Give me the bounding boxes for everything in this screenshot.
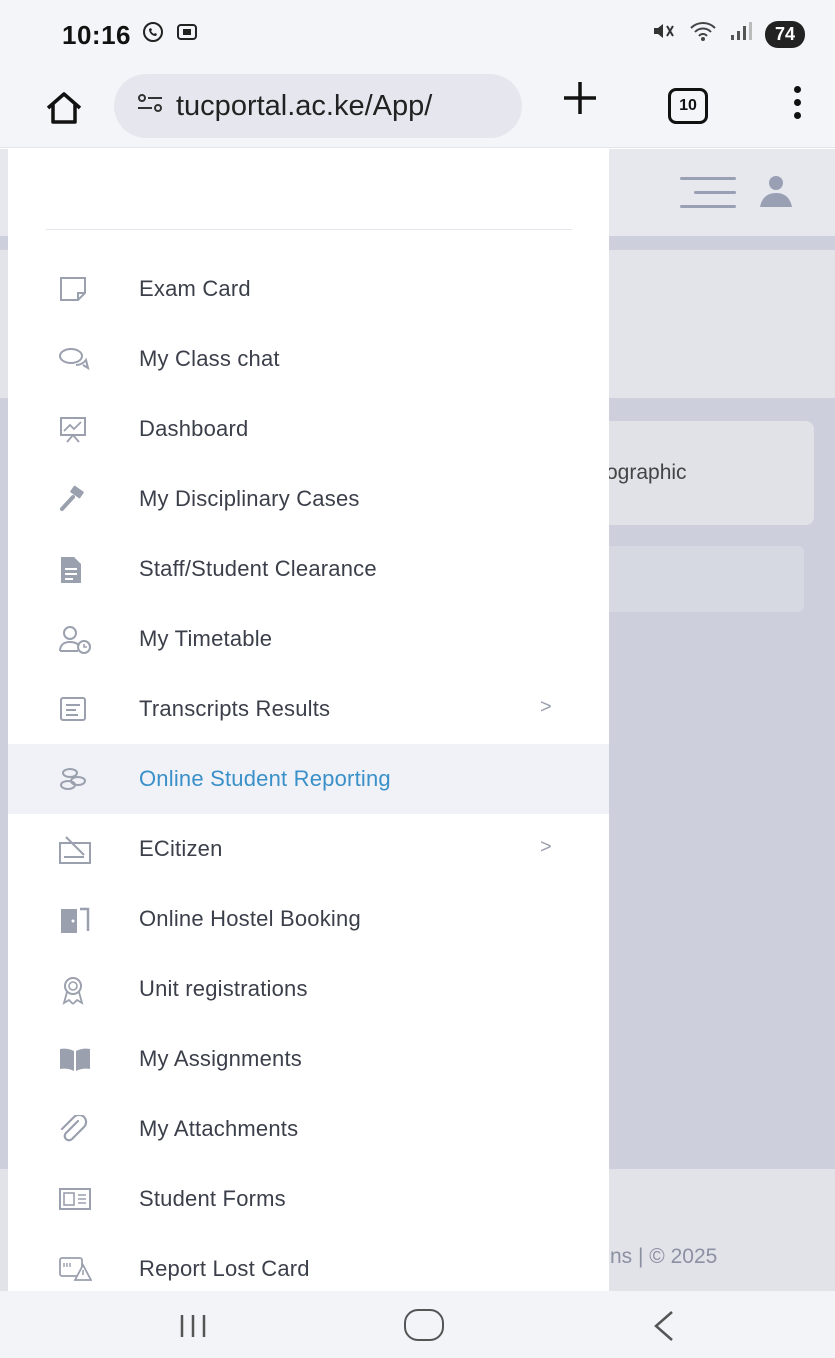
status-time: 10:16 bbox=[62, 19, 131, 50]
hamburger-icon[interactable] bbox=[680, 177, 736, 211]
nav-item-label: My Disciplinary Cases bbox=[139, 486, 360, 511]
nav-item-label: My Assignments bbox=[139, 1046, 302, 1071]
chevron-right-icon[interactable]: > bbox=[540, 836, 552, 859]
nav-item-transcripts-results[interactable]: Transcripts Results > bbox=[8, 674, 609, 744]
nav-item-ecitizen[interactable]: ECitizen > bbox=[8, 814, 609, 884]
wifi-icon bbox=[689, 20, 717, 48]
menu-dot-icon bbox=[793, 86, 801, 93]
door-icon bbox=[58, 905, 90, 933]
transcript-icon bbox=[58, 695, 88, 723]
new-tab-button[interactable] bbox=[560, 78, 600, 126]
nav-item-label: Staff/Student Clearance bbox=[139, 556, 377, 581]
nav-item-dashboard[interactable]: Dashboard bbox=[8, 394, 609, 464]
url-text: tucportal.ac.ke/App/ bbox=[176, 89, 433, 122]
nav-item-label: Report Lost Card bbox=[139, 1256, 310, 1281]
nav-list: Exam Card My Class chat Dashboard My Discip… bbox=[8, 254, 609, 1291]
nav-item-label: Transcripts Results bbox=[139, 696, 331, 721]
nav-item-my-disciplinary-cases[interactable]: My Disciplinary Cases bbox=[8, 464, 609, 534]
battery-badge: 74 bbox=[765, 20, 805, 48]
user-avatar-icon[interactable] bbox=[756, 171, 796, 211]
nav-item-label: Online Hostel Booking bbox=[139, 906, 361, 931]
back-icon bbox=[654, 1311, 673, 1341]
mute-icon bbox=[651, 20, 677, 48]
menu-dot-icon bbox=[793, 99, 801, 106]
user-clock-icon bbox=[58, 625, 91, 654]
nav-item-label: Dashboard bbox=[139, 416, 249, 441]
nav-item-my-attachments[interactable]: My Attachments bbox=[8, 1094, 609, 1164]
recent-apps-button[interactable] bbox=[178, 1313, 208, 1339]
award-icon bbox=[58, 975, 88, 1005]
gavel-icon bbox=[58, 485, 88, 513]
paperclip-icon bbox=[58, 1113, 88, 1143]
nav-item-label: Unit registrations bbox=[139, 976, 308, 1001]
nav-item-label: Exam Card bbox=[139, 276, 251, 301]
site-settings-icon[interactable] bbox=[136, 91, 164, 121]
presentation-icon bbox=[58, 415, 88, 443]
nav-item-my-timetable[interactable]: My Timetable bbox=[8, 604, 609, 674]
home-button[interactable] bbox=[42, 86, 86, 130]
nav-item-label: My Attachments bbox=[139, 1116, 299, 1141]
signal-icon bbox=[729, 20, 753, 48]
nav-item-label: Online Student Reporting bbox=[139, 766, 391, 791]
nav-item-my-class-chat[interactable]: My Class chat bbox=[8, 324, 609, 394]
home-icon bbox=[46, 92, 82, 124]
home-system-button[interactable] bbox=[404, 1309, 444, 1341]
tab-switcher-button[interactable]: 10 bbox=[668, 88, 708, 124]
nav-item-label: My Class chat bbox=[139, 346, 280, 371]
footer-copyright: ns | © 2025 bbox=[610, 1245, 718, 1268]
screenshot-icon bbox=[175, 20, 199, 50]
document-icon bbox=[58, 555, 88, 583]
nav-item-staff-student-clearance[interactable]: Staff/Student Clearance bbox=[8, 534, 609, 604]
status-bar: 10:16 74 bbox=[0, 0, 835, 70]
nav-item-online-hostel-booking[interactable]: Online Hostel Booking bbox=[8, 884, 609, 954]
chevron-right-icon[interactable]: > bbox=[540, 696, 552, 719]
nav-item-label: My Timetable bbox=[139, 626, 273, 651]
nav-item-exam-card[interactable]: Exam Card bbox=[8, 254, 609, 324]
browser-menu-button[interactable] bbox=[790, 86, 804, 130]
recents-icon bbox=[180, 1315, 206, 1337]
whatsapp-icon bbox=[141, 20, 165, 50]
card-icon bbox=[58, 275, 88, 303]
plus-icon bbox=[564, 82, 596, 114]
address-bar[interactable]: tucportal.ac.ke/App/ bbox=[114, 74, 522, 138]
nav-item-label: Student Forms bbox=[139, 1186, 286, 1211]
nav-item-label: ECitizen bbox=[139, 836, 223, 861]
nav-item-online-student-reporting[interactable]: Online Student Reporting bbox=[8, 744, 609, 814]
nav-item-my-assignments[interactable]: My Assignments bbox=[8, 1024, 609, 1094]
warning-card-icon bbox=[58, 1255, 93, 1283]
chat-icon bbox=[58, 345, 90, 373]
nav-item-student-forms[interactable]: Student Forms bbox=[8, 1164, 609, 1234]
nav-item-unit-registrations[interactable]: Unit registrations bbox=[8, 954, 609, 1024]
navigation-drawer: Exam Card My Class chat Dashboard My Discip… bbox=[8, 149, 609, 1291]
drawer-divider bbox=[46, 229, 572, 230]
back-button[interactable] bbox=[650, 1309, 678, 1343]
menu-dot-icon bbox=[793, 112, 801, 119]
form-icon bbox=[58, 1185, 91, 1213]
status-icons: 74 bbox=[651, 20, 805, 48]
coins-icon bbox=[58, 765, 88, 793]
system-navigation-bar bbox=[0, 1291, 835, 1358]
browser-toolbar: tucportal.ac.ke/App/ 10 bbox=[0, 70, 835, 148]
nav-item-report-lost-card[interactable]: Report Lost Card bbox=[8, 1234, 609, 1291]
signature-icon bbox=[58, 835, 91, 864]
book-icon bbox=[58, 1045, 90, 1073]
